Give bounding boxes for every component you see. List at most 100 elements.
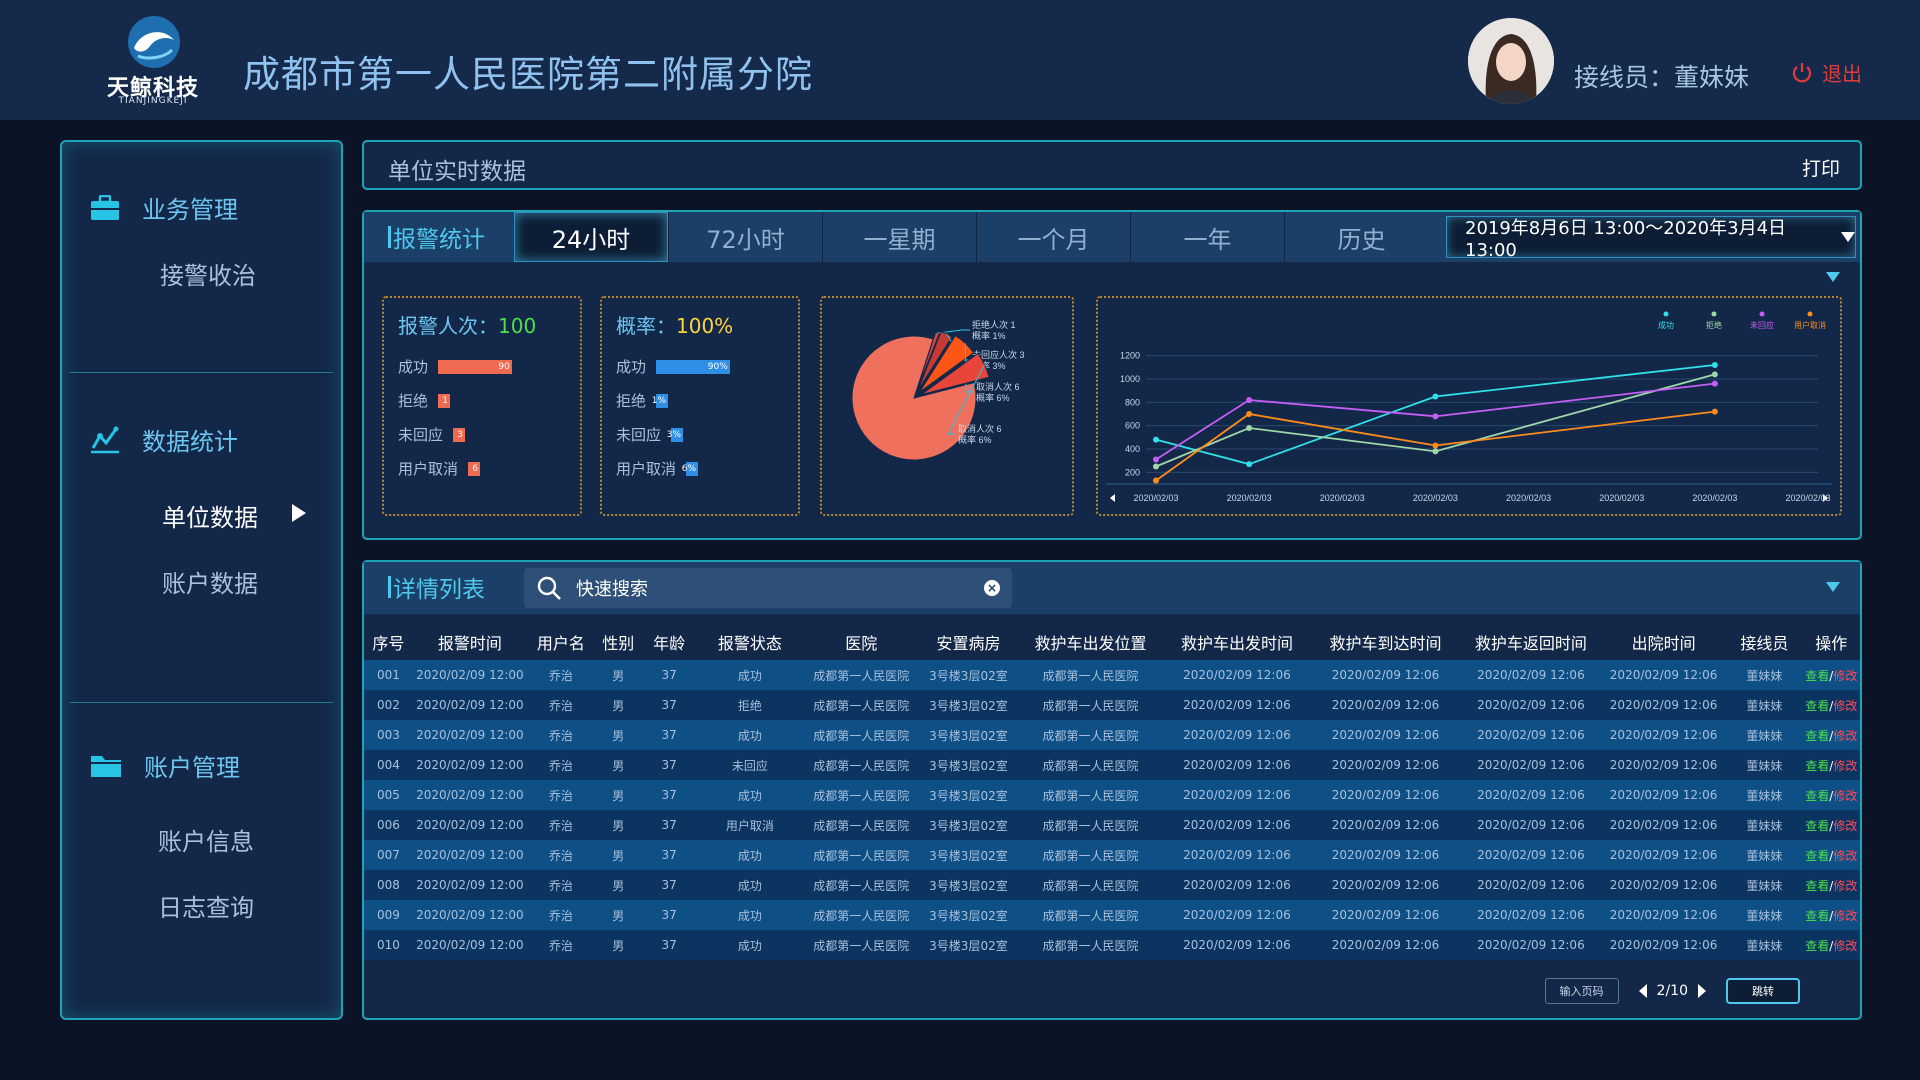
- tab-72h[interactable]: 72小时: [668, 212, 822, 262]
- x-tick-label: 2020/02/03: [1506, 493, 1551, 503]
- table-row[interactable]: 006 2020/02/09 12:00 乔治男 37 用户取消 成都第一人民医院 3号楼3…: [364, 810, 1860, 840]
- edit-link[interactable]: 修改: [1833, 849, 1857, 863]
- y-tick-label: 1000: [1120, 374, 1140, 384]
- sidebar-item-account-info[interactable]: 账户信息: [158, 822, 254, 857]
- row-actions: 查看/修改: [1802, 840, 1860, 870]
- table-row[interactable]: 004 2020/02/09 12:00 乔治男 37 未回应 成都第一人民医院 3号楼3层…: [364, 750, 1860, 780]
- row-label: 拒绝: [398, 392, 429, 410]
- avatar[interactable]: [1468, 18, 1554, 104]
- view-link[interactable]: 查看: [1805, 879, 1829, 893]
- page-number-input[interactable]: 输入页码: [1544, 978, 1619, 1004]
- table-cell: 2020/02/09 12:06: [1600, 930, 1727, 960]
- edit-link[interactable]: 修改: [1833, 879, 1857, 893]
- table-row[interactable]: 008 2020/02/09 12:00 乔治男 37 成功 成都第一人民医院 3号楼3层0…: [364, 870, 1860, 900]
- sidebar-item-alarm-intake[interactable]: 接警收治: [160, 256, 256, 291]
- table-body: 001 2020/02/09 12:00 乔治男 37 成功 成都第一人民医院 3号楼3层0…: [364, 660, 1860, 960]
- table-cell: 2020/02/09 12:00: [412, 810, 527, 840]
- sidebar-item-account-data[interactable]: 账户数据: [162, 564, 258, 599]
- view-link[interactable]: 查看: [1805, 729, 1829, 743]
- tab-week[interactable]: 一星期: [822, 212, 976, 262]
- sidebar-group-account[interactable]: 账户管理: [90, 748, 240, 783]
- y-tick-label: 400: [1125, 444, 1140, 454]
- table-row[interactable]: 002 2020/02/09 12:00 乔治男 37 拒绝 成都第一人民医院 3号楼3层0…: [364, 690, 1860, 720]
- table-cell: 2020/02/09 12:00: [412, 870, 527, 900]
- table-row[interactable]: 007 2020/02/09 12:00 乔治男 37 成功 成都第一人民医院 3号楼3层0…: [364, 840, 1860, 870]
- close-icon[interactable]: ×: [984, 580, 1000, 596]
- table-cell: 成都第一人民医院: [1017, 750, 1164, 780]
- table-cell: 乔治: [526, 690, 595, 720]
- table-cell: 成都第一人民医院: [1017, 720, 1164, 750]
- table-cell: 006: [364, 810, 413, 840]
- row-label: 未回应: [616, 426, 662, 444]
- row-actions: 查看/修改: [1802, 810, 1860, 840]
- column-header: 安置病房: [936, 634, 1001, 653]
- edit-link[interactable]: 修改: [1833, 939, 1857, 953]
- table-cell: 2020/02/09 12:06: [1460, 930, 1601, 960]
- table-row[interactable]: 005 2020/02/09 12:00 乔治男 37 成功 成都第一人民医院 3号楼3层0…: [364, 780, 1860, 810]
- table-row[interactable]: 003 2020/02/09 12:00 乔治男 37 成功 成都第一人民医院 3号楼3层0…: [364, 720, 1860, 750]
- table-row[interactable]: 009 2020/02/09 12:00 乔治男 37 成功 成都第一人民医院 3号楼3层0…: [364, 900, 1860, 930]
- table-row[interactable]: 010 2020/02/09 12:00 乔治男 37 成功 成都第一人民医院 3号楼3层0…: [364, 930, 1860, 960]
- legend-dot: [1807, 311, 1813, 317]
- column-header: 操作: [1815, 634, 1848, 653]
- logout-label: 退出: [1822, 62, 1862, 86]
- sidebar-group-business[interactable]: 业务管理: [90, 190, 238, 225]
- table-cell: 3号楼3层02室: [919, 660, 1018, 690]
- table-cell: 2020/02/09 12:06: [1163, 840, 1311, 870]
- tab-history[interactable]: 历史: [1284, 212, 1438, 262]
- table-row[interactable]: 001 2020/02/09 12:00 乔治男 37 成功 成都第一人民医院 3号楼3层0…: [364, 660, 1860, 690]
- search-input[interactable]: 快速搜索 ×: [524, 568, 1012, 608]
- jump-button[interactable]: 跳转: [1726, 978, 1800, 1004]
- x-tick-label: 2020/02/03: [1227, 493, 1272, 503]
- table-cell: 董妹妹: [1726, 810, 1803, 840]
- edit-link[interactable]: 修改: [1833, 789, 1857, 803]
- table-cell: 2020/02/09 12:06: [1600, 900, 1727, 930]
- table-cell: 2020/02/09 12:00: [412, 660, 527, 690]
- view-link[interactable]: 查看: [1805, 759, 1829, 773]
- table-cell: 2020/02/09 12:06: [1163, 780, 1311, 810]
- view-link[interactable]: 查看: [1805, 909, 1829, 923]
- view-link[interactable]: 查看: [1805, 939, 1829, 953]
- edit-link[interactable]: 修改: [1833, 669, 1857, 683]
- table-cell: 2020/02/09 12:06: [1600, 780, 1727, 810]
- date-range-select[interactable]: 2019年8月6日 13:00～2020年3月4日 13:00: [1446, 216, 1856, 261]
- x-tick-label: 2020/02/03: [1133, 493, 1178, 503]
- row-actions: 查看/修改: [1802, 690, 1860, 720]
- tab-24h[interactable]: 24小时: [514, 212, 668, 262]
- edit-link[interactable]: 修改: [1833, 699, 1857, 713]
- edit-link[interactable]: 修改: [1833, 909, 1857, 923]
- table-cell: 男: [594, 900, 642, 930]
- table-cell: 成都第一人民医院: [802, 900, 920, 930]
- table-cell: 乔治: [526, 930, 595, 960]
- count-bar: 6: [468, 461, 481, 476]
- view-link[interactable]: 查看: [1805, 819, 1829, 833]
- print-button[interactable]: 打印: [1802, 154, 1840, 181]
- tab-month[interactable]: 一个月: [976, 212, 1130, 262]
- table-cell: 2020/02/09 12:06: [1460, 780, 1601, 810]
- tab-year[interactable]: 一年: [1130, 212, 1284, 262]
- view-link[interactable]: 查看: [1805, 789, 1829, 803]
- sidebar-group-label: 数据统计: [142, 428, 238, 456]
- table-cell: 2020/02/09 12:06: [1310, 870, 1461, 900]
- sidebar-item-unit-data[interactable]: 单位数据: [162, 498, 258, 533]
- collapse-stats-icon[interactable]: [1826, 272, 1840, 282]
- table-cell: 37: [641, 900, 697, 930]
- table-cell: 2020/02/09 12:06: [1460, 750, 1601, 780]
- view-link[interactable]: 查看: [1805, 669, 1829, 683]
- view-link[interactable]: 查看: [1805, 849, 1829, 863]
- collapse-list-icon[interactable]: [1826, 582, 1840, 592]
- logout-button[interactable]: 退出: [1790, 58, 1862, 87]
- view-link[interactable]: 查看: [1805, 699, 1829, 713]
- table-cell: 成都第一人民医院: [1017, 690, 1164, 720]
- table-cell: 乔治: [526, 900, 595, 930]
- rate-bar: 1%: [651, 393, 669, 408]
- edit-link[interactable]: 修改: [1833, 819, 1857, 833]
- sidebar-item-log-query[interactable]: 日志查询: [158, 888, 254, 923]
- logo-subtext: TIANJINGKEJI: [118, 96, 188, 106]
- table-cell: 男: [594, 870, 642, 900]
- sidebar-group-statistics[interactable]: 数据统计: [90, 422, 238, 457]
- edit-link[interactable]: 修改: [1833, 729, 1857, 743]
- next-page-icon[interactable]: [1698, 984, 1706, 998]
- prev-page-icon[interactable]: [1638, 984, 1647, 998]
- edit-link[interactable]: 修改: [1833, 759, 1857, 773]
